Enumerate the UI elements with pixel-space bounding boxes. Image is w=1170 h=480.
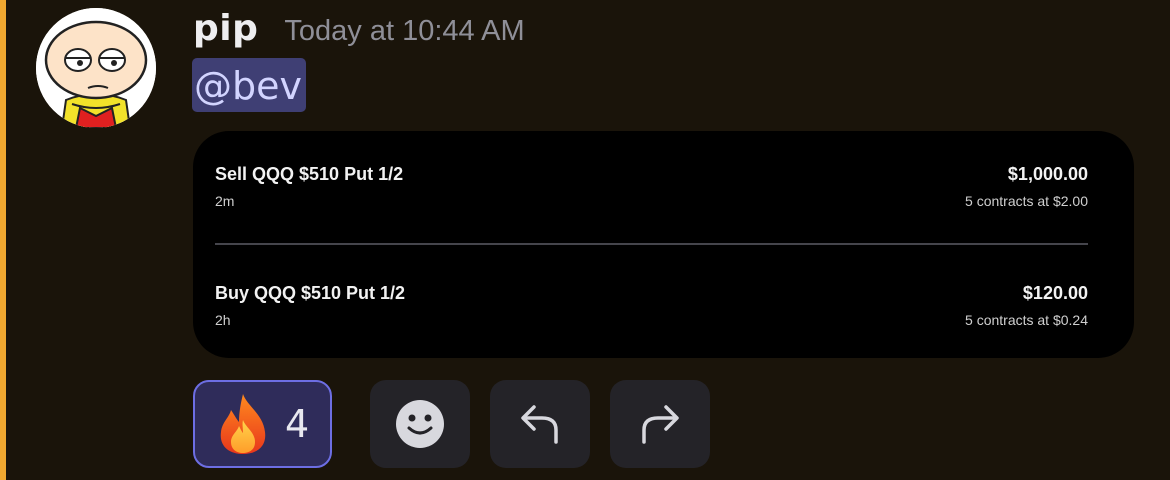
- message-view: pip Today at 10:44 AM @bev Sell QQQ $510…: [0, 0, 1170, 480]
- trade-divider: [215, 243, 1088, 245]
- user-mention[interactable]: @bev: [192, 58, 306, 112]
- trade-amount: $1,000.00: [1007, 164, 1088, 184]
- trade-detail: 5 contracts at $0.24: [965, 312, 1088, 328]
- trade-amount: $120.00: [1022, 283, 1088, 303]
- username[interactable]: pip: [193, 8, 258, 49]
- forward-arrow-icon: [642, 405, 679, 444]
- trade-row: Sell QQQ $510 Put 1/2 2m $1,000.00 5 con…: [215, 164, 1088, 224]
- smiley-face-icon: [396, 400, 444, 448]
- fire-reaction-button[interactable]: 4: [193, 380, 332, 468]
- trade-row: Buy QQQ $510 Put 1/2 2h $120.00 5 contra…: [215, 283, 1088, 343]
- trade-title: Sell QQQ $510 Put 1/2: [215, 164, 404, 184]
- add-reaction-button[interactable]: [370, 380, 470, 468]
- message-header: pip Today at 10:44 AM: [193, 8, 525, 52]
- trade-age: 2h: [215, 312, 231, 328]
- reply-arrow-icon: [521, 405, 558, 444]
- trade-embed-card: Sell QQQ $510 Put 1/2 2m $1,000.00 5 con…: [193, 131, 1134, 358]
- trade-title: Buy QQQ $510 Put 1/2: [215, 283, 406, 303]
- highlight-accent-bar: [0, 0, 6, 480]
- message-timestamp: Today at 10:44 AM: [284, 15, 525, 47]
- reply-button[interactable]: [490, 380, 590, 468]
- fire-emoji-icon: [220, 394, 266, 454]
- trade-age: 2m: [215, 193, 235, 209]
- reaction-count: 4: [285, 402, 310, 446]
- trade-detail: 5 contracts at $2.00: [965, 193, 1088, 209]
- avatar-cartoon-icon: [36, 8, 156, 128]
- forward-button[interactable]: [610, 380, 710, 468]
- avatar[interactable]: [36, 8, 156, 128]
